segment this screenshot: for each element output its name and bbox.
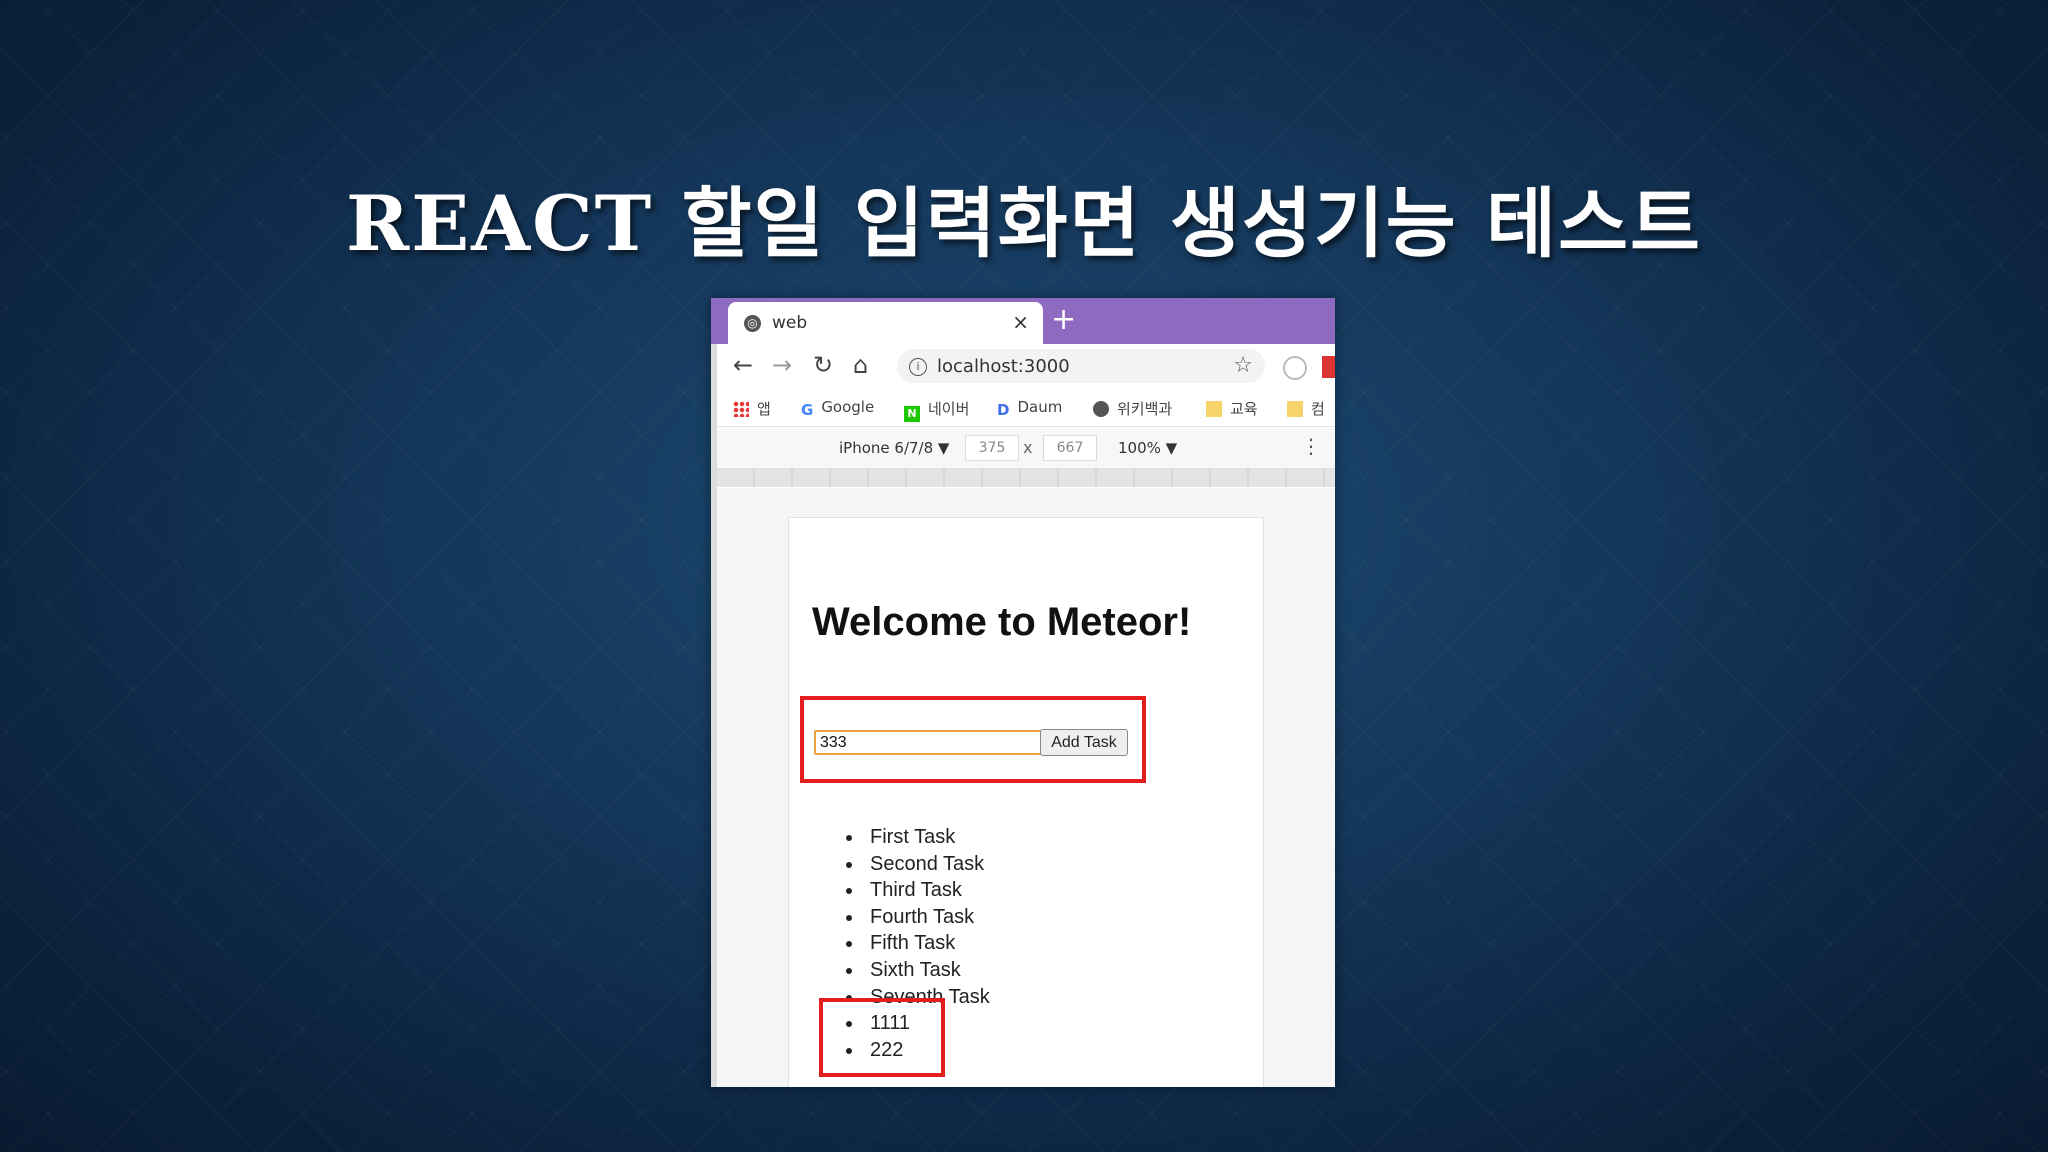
info-icon[interactable]: i <box>909 358 927 376</box>
list-item: Sixth Task <box>864 957 990 984</box>
bookmark-daum[interactable]: D Daum <box>997 398 1062 419</box>
browser-screenshot: ◎ web × + ← → ↻ ⌂ i localhost:3000 ☆ 앱 G… <box>711 298 1335 1087</box>
bookmark-wikipedia[interactable]: 위키백과 <box>1093 398 1172 419</box>
address-bar[interactable]: i localhost:3000 ☆ <box>897 349 1265 383</box>
forward-arrow-icon[interactable]: → <box>772 350 792 380</box>
bookmarks-bar: 앱 G Google N 네이버 D Daum 위키백과 교육 컴 <box>711 388 1335 427</box>
bookmark-star-icon[interactable]: ☆ <box>1233 353 1253 378</box>
input-highlight-box <box>800 696 1146 783</box>
dimension-separator: x <box>1023 438 1033 457</box>
bookmark-education[interactable]: 교육 <box>1206 398 1258 419</box>
more-menu-icon[interactable]: ⋮ <box>1301 434 1321 458</box>
naver-icon: N <box>904 406 920 422</box>
extension-icon[interactable] <box>1283 356 1307 380</box>
list-item: Fourth Task <box>864 904 990 931</box>
list-item: First Task <box>864 824 990 851</box>
list-item: Second Task <box>864 851 990 878</box>
folder-icon <box>1287 401 1303 417</box>
google-icon: G <box>801 401 814 419</box>
bookmark-naver[interactable]: N 네이버 <box>904 398 969 422</box>
device-select[interactable]: iPhone 6/7/8 ▼ <box>839 439 949 457</box>
device-toolbar: iPhone 6/7/8 ▼ 375 x 667 100% ▼ ⋮ <box>717 428 1335 469</box>
tab-title: web <box>772 313 808 333</box>
browser-toolbar: ← → ↻ ⌂ i localhost:3000 ☆ <box>711 344 1335 388</box>
profile-icon[interactable] <box>1322 356 1335 378</box>
zoom-select[interactable]: 100% ▼ <box>1118 439 1177 457</box>
new-tab-button[interactable]: + <box>1051 302 1076 338</box>
page-title: Welcome to Meteor! <box>812 600 1192 644</box>
list-item: Third Task <box>864 877 990 904</box>
apps-grid-icon <box>733 401 749 417</box>
width-field[interactable]: 375 <box>965 435 1019 461</box>
globe-icon <box>1093 401 1109 417</box>
slide-title: REACT 할일 입력화면 생성기능 테스트 <box>346 179 1702 268</box>
height-field[interactable]: 667 <box>1043 435 1097 461</box>
close-icon[interactable]: × <box>1012 310 1029 334</box>
bookmark-folder[interactable]: 컴 <box>1287 398 1325 419</box>
media-query-ruler <box>717 469 1335 487</box>
folder-icon <box>1206 401 1222 417</box>
bookmark-google[interactable]: G Google <box>801 398 874 419</box>
tab-bar: ◎ web × + <box>711 298 1335 344</box>
list-item: Fifth Task <box>864 930 990 957</box>
back-arrow-icon[interactable]: ← <box>733 350 753 380</box>
globe-icon: ◎ <box>744 315 761 332</box>
daum-icon: D <box>997 401 1010 419</box>
reload-icon[interactable]: ↻ <box>813 350 833 380</box>
url-text: localhost:3000 <box>937 356 1070 377</box>
browser-tab[interactable]: ◎ web × <box>728 302 1043 344</box>
bookmark-apps[interactable]: 앱 <box>733 398 771 419</box>
home-icon[interactable]: ⌂ <box>853 350 868 380</box>
new-tasks-highlight-box <box>819 998 945 1077</box>
